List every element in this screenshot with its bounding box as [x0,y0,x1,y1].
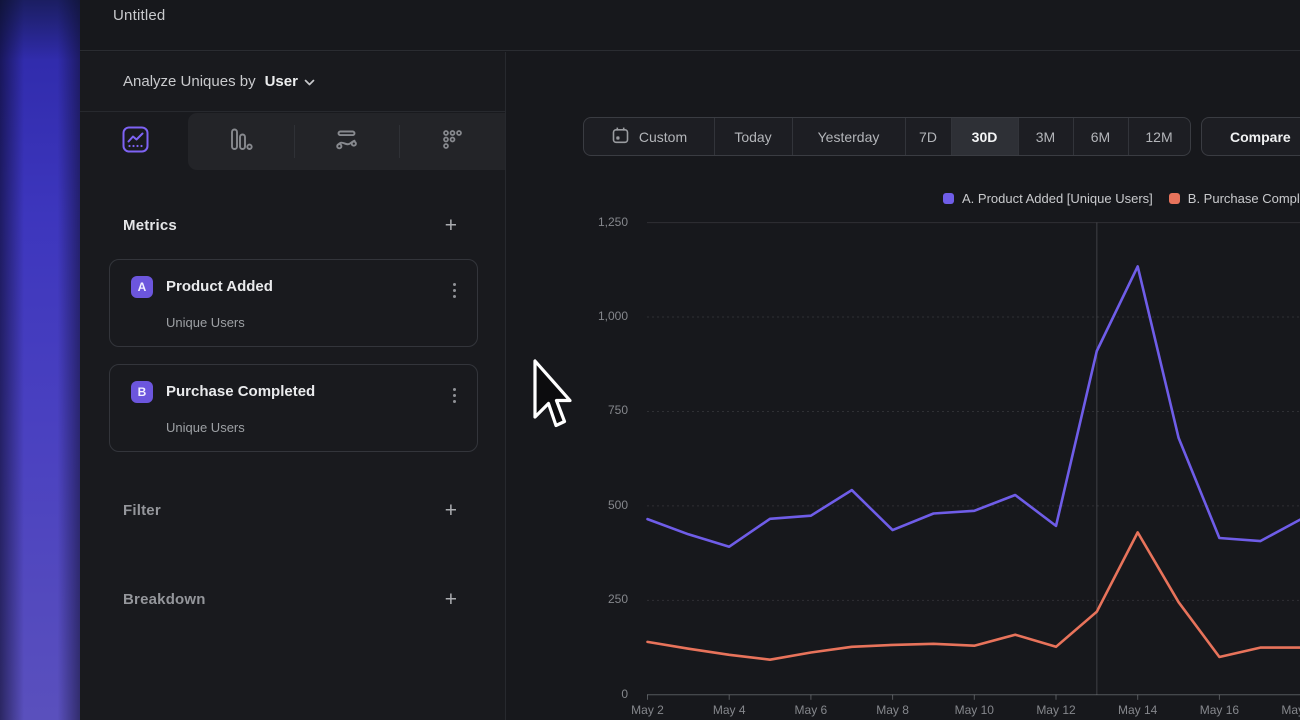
metrics-header: Metrics + [123,215,457,236]
metric-badge-b: B [131,381,153,403]
metric-name: Product Added [166,278,273,295]
metric-card-a[interactable]: A Product Added Unique Users [109,259,478,347]
tab-retention[interactable] [399,113,505,170]
analyze-by-value: User [265,73,298,90]
tab-flows[interactable] [294,113,400,170]
add-breakdown-button[interactable]: + [445,589,457,610]
range-label: Custom [639,129,687,145]
analyze-by-select[interactable]: User [265,73,315,90]
compare-button[interactable]: Compare [1201,117,1300,156]
calendar-icon [611,126,630,148]
metric-subtitle: Unique Users [166,420,245,435]
funnel-bars-icon [227,126,254,158]
date-range-selector: Custom Today Yesterday 7D 30D 3M 6M 12M [583,117,1191,156]
kebab-menu-icon[interactable] [449,279,460,302]
app-window: Untitled Analyze Uniques by User [0,0,1300,720]
analyze-by-row: Analyze Uniques by User [80,52,506,112]
range-yesterday-button[interactable]: Yesterday [792,118,905,155]
metric-name: Purchase Completed [166,383,315,400]
chevron-down-icon [304,74,315,89]
legend-swatch-purple [943,193,954,204]
range-3m-button[interactable]: 3M [1018,118,1073,155]
filter-header: Filter + [123,500,457,521]
breakdown-title: Breakdown [123,591,206,608]
report-title: Untitled [113,7,165,24]
legend-swatch-orange [1169,193,1180,204]
analyze-by-label: Analyze Uniques by [123,73,256,90]
chart-legend: A. Product Added [Unique Users] B. Purch… [943,191,1300,206]
range-today-button[interactable]: Today [714,118,792,155]
dot-grid-icon [439,126,466,158]
report-type-tabs [83,113,505,170]
legend-label: B. Purchase Completed [Unique Users] [1188,191,1300,206]
metric-badge-a: A [131,276,153,298]
filter-title: Filter [123,502,161,519]
chart-panel: Custom Today Yesterday 7D 30D 3M 6M 12M … [507,52,1300,720]
tab-strip [188,113,505,170]
flow-wave-icon [333,126,360,158]
line-chart-icon [122,126,149,158]
range-30d-button[interactable]: 30D [951,118,1018,155]
tab-insights[interactable] [83,113,188,170]
metric-card-b[interactable]: B Purchase Completed Unique Users [109,364,478,452]
top-bar: Untitled [80,0,1300,51]
metric-subtitle: Unique Users [166,315,245,330]
metrics-title: Metrics [123,217,177,234]
tab-funnels[interactable] [188,113,294,170]
legend-label: A. Product Added [Unique Users] [962,191,1153,206]
range-custom-button[interactable]: Custom [584,118,714,155]
content-area: Untitled Analyze Uniques by User [80,0,1300,720]
add-metric-button[interactable]: + [445,215,457,236]
add-filter-button[interactable]: + [445,500,457,521]
range-12m-button[interactable]: 12M [1128,118,1190,155]
breakdown-header: Breakdown + [123,589,457,610]
range-7d-button[interactable]: 7D [905,118,951,155]
legend-item-a[interactable]: A. Product Added [Unique Users] [943,191,1153,206]
kebab-menu-icon[interactable] [449,384,460,407]
legend-item-b[interactable]: B. Purchase Completed [Unique Users] [1169,191,1300,206]
left-gradient-strip [0,0,80,720]
range-6m-button[interactable]: 6M [1073,118,1128,155]
sidebar: Analyze Uniques by User [80,52,506,720]
